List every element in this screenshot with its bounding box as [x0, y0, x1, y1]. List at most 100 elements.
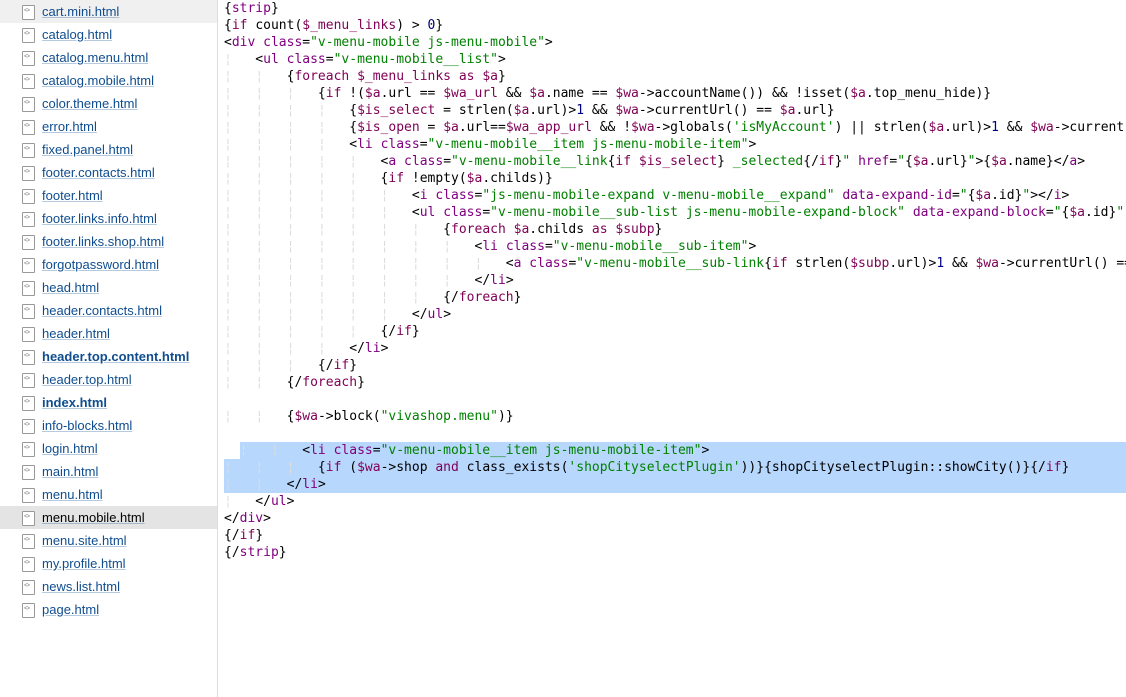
html-file-icon [22, 603, 36, 617]
file-name-label: menu.site.html [42, 533, 127, 548]
code-line: ¦ ¦ ¦ ¦ {$is_select = strlen($a.url)>1 &… [224, 102, 1126, 119]
file-item[interactable]: main.html [0, 460, 217, 483]
code-line: ¦ ¦ ¦ {/if} [224, 357, 1126, 374]
html-file-icon [22, 580, 36, 594]
code-line: ¦ ¦ ¦ {if ($wa->shop and class_exists('s… [224, 459, 1126, 476]
file-item[interactable]: footer.html [0, 184, 217, 207]
file-item[interactable]: my.profile.html [0, 552, 217, 575]
code-line: ¦ ¦ ¦ ¦ </li> [224, 340, 1126, 357]
file-name-label: header.contacts.html [42, 303, 162, 318]
code-editor[interactable]: {strip}{if count($_menu_links) > 0}<div … [218, 0, 1126, 697]
file-item[interactable]: error.html [0, 115, 217, 138]
file-item[interactable]: menu.mobile.html [0, 506, 217, 529]
file-item[interactable]: header.html [0, 322, 217, 345]
file-item[interactable]: cart.mini.html [0, 0, 217, 23]
code-line: </div> [224, 510, 1126, 527]
code-line: ¦ ¦ ¦ ¦ ¦ ¦ ¦ ¦ ¦ <a class="v-menu-mobil… [224, 255, 1126, 272]
file-item[interactable]: footer.links.shop.html [0, 230, 217, 253]
html-file-icon [22, 442, 36, 456]
code-line: ¦ ¦ {$wa->block("vivashop.menu")} [224, 408, 1126, 425]
html-file-icon [22, 235, 36, 249]
file-name-label: footer.html [42, 188, 103, 203]
file-item[interactable]: header.contacts.html [0, 299, 217, 322]
file-name-label: login.html [42, 441, 98, 456]
html-file-icon [22, 120, 36, 134]
file-item[interactable]: footer.contacts.html [0, 161, 217, 184]
file-item[interactable]: catalog.menu.html [0, 46, 217, 69]
code-line: {strip} [224, 0, 1126, 17]
code-line: ¦ ¦ ¦ {if !($a.url == $wa_url && $a.name… [224, 85, 1126, 102]
file-item[interactable]: login.html [0, 437, 217, 460]
code-line: ¦ ¦ ¦ ¦ ¦ ¦ <ul class="v-menu-mobile__su… [224, 204, 1126, 221]
file-name-label: footer.links.shop.html [42, 234, 164, 249]
html-file-icon [22, 557, 36, 571]
file-name-label: catalog.mobile.html [42, 73, 154, 88]
html-file-icon [22, 511, 36, 525]
code-line: ¦ ¦ </li> [224, 476, 1126, 493]
file-tree-sidebar: cart.mini.html catalog.html catalog.menu.h… [0, 0, 218, 697]
file-item[interactable]: index.html [0, 391, 217, 414]
html-file-icon [22, 166, 36, 180]
code-line: {if count($_menu_links) > 0} [224, 17, 1126, 34]
code-line: ¦ ¦ ¦ ¦ ¦ ¦ </ul> [224, 306, 1126, 323]
file-item[interactable]: news.list.html [0, 575, 217, 598]
file-name-label: header.top.html [42, 372, 132, 387]
file-name-label: my.profile.html [42, 556, 126, 571]
file-item[interactable]: catalog.html [0, 23, 217, 46]
code-line: ¦ ¦ ¦ ¦ ¦ ¦ ¦ {foreach $a.childs as $sub… [224, 221, 1126, 238]
code-line: ¦ ¦ ¦ ¦ ¦ ¦ ¦ ¦ <li class="v-menu-mobile… [224, 238, 1126, 255]
file-item[interactable]: catalog.mobile.html [0, 69, 217, 92]
html-file-icon [22, 74, 36, 88]
html-file-icon [22, 143, 36, 157]
file-item[interactable]: menu.site.html [0, 529, 217, 552]
html-file-icon [22, 327, 36, 341]
code-line: ¦ ¦ <li class="v-menu-mobile__item js-me… [224, 442, 1126, 459]
file-name-label: footer.links.info.html [42, 211, 157, 226]
html-file-icon [22, 258, 36, 272]
code-line: <div class="v-menu-mobile js-menu-mobile… [224, 34, 1126, 51]
code-line [224, 391, 1126, 408]
html-file-icon [22, 212, 36, 226]
code-line: ¦ ¦ ¦ ¦ ¦ <a class="v-menu-mobile__link{… [224, 153, 1126, 170]
file-item[interactable]: head.html [0, 276, 217, 299]
code-line: ¦ ¦ ¦ ¦ <li class="v-menu-mobile__item j… [224, 136, 1126, 153]
file-item[interactable]: menu.html [0, 483, 217, 506]
file-name-label: page.html [42, 602, 99, 617]
code-line: {/strip} [224, 544, 1126, 561]
html-file-icon [22, 28, 36, 42]
code-line: ¦ ¦ {/foreach} [224, 374, 1126, 391]
file-name-label: catalog.menu.html [42, 50, 148, 65]
code-line: ¦ <ul class="v-menu-mobile__list"> [224, 51, 1126, 68]
code-line: {/if} [224, 527, 1126, 544]
code-line: ¦ ¦ ¦ ¦ ¦ {if !empty($a.childs)} [224, 170, 1126, 187]
file-name-label: cart.mini.html [42, 4, 119, 19]
html-file-icon [22, 465, 36, 479]
html-file-icon [22, 396, 36, 410]
html-file-icon [22, 350, 36, 364]
html-file-icon [22, 419, 36, 433]
file-name-label: info-blocks.html [42, 418, 132, 433]
code-line: ¦ ¦ {foreach $_menu_links as $a} [224, 68, 1126, 85]
file-item[interactable]: page.html [0, 598, 217, 621]
file-name-label: footer.contacts.html [42, 165, 155, 180]
file-name-label: header.html [42, 326, 110, 341]
file-item[interactable]: color.theme.html [0, 92, 217, 115]
file-name-label: error.html [42, 119, 97, 134]
file-name-label: main.html [42, 464, 98, 479]
html-file-icon [22, 373, 36, 387]
file-name-label: header.top.content.html [42, 349, 189, 364]
file-name-label: index.html [42, 395, 107, 410]
code-line: ¦ ¦ ¦ ¦ ¦ {/if} [224, 323, 1126, 340]
code-line [224, 425, 1126, 442]
file-name-label: head.html [42, 280, 99, 295]
html-file-icon [22, 97, 36, 111]
file-item[interactable]: footer.links.info.html [0, 207, 217, 230]
file-item[interactable]: fixed.panel.html [0, 138, 217, 161]
file-name-label: fixed.panel.html [42, 142, 133, 157]
file-name-label: catalog.html [42, 27, 112, 42]
file-item[interactable]: header.top.html [0, 368, 217, 391]
file-item[interactable]: header.top.content.html [0, 345, 217, 368]
file-item[interactable]: forgotpassword.html [0, 253, 217, 276]
code-line: ¦ ¦ ¦ ¦ {$is_open = $a.url==$wa_app_url … [224, 119, 1126, 136]
file-item[interactable]: info-blocks.html [0, 414, 217, 437]
